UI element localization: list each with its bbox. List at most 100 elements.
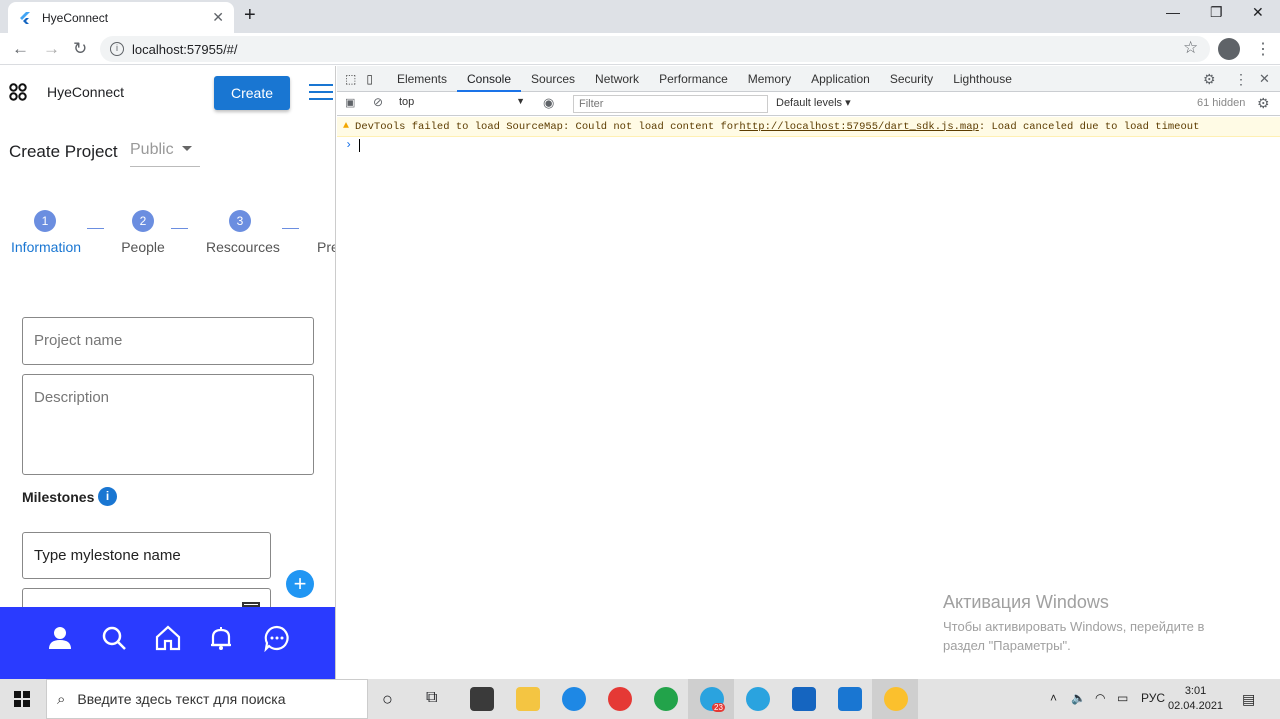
tab-elements[interactable]: Elements <box>387 66 457 92</box>
tab-network[interactable]: Network <box>585 66 649 92</box>
vscode-icon[interactable] <box>838 687 862 711</box>
url-input[interactable]: i localhost:57955/#/ <box>100 36 1210 62</box>
step-label: Information <box>11 239 82 255</box>
context-select[interactable]: top ▼ <box>399 96 529 112</box>
log-levels-select[interactable]: Default levels ▾ <box>776 96 851 109</box>
tab-security[interactable]: Security <box>880 66 943 92</box>
chrome-app-icon[interactable] <box>608 687 632 711</box>
volume-icon[interactable]: 🔈 <box>1071 691 1086 705</box>
step-number: 2 <box>132 210 154 232</box>
windows-start-icon[interactable] <box>14 691 30 707</box>
taskbar-search-input[interactable]: ⌕ Введите здесь текст для поиска <box>46 679 368 719</box>
console-settings-gear-icon[interactable]: ⚙ <box>1257 95 1270 112</box>
forward-icon[interactable]: → <box>43 39 60 59</box>
step-resources[interactable]: 3 Rescources <box>206 210 280 255</box>
home-icon[interactable] <box>154 624 182 652</box>
eye-icon[interactable]: ◉ <box>543 95 554 111</box>
photos-icon[interactable] <box>792 687 816 711</box>
tab-console[interactable]: Console <box>456 66 522 92</box>
tab-lighthouse[interactable]: Lighthouse <box>943 66 1022 92</box>
step-people[interactable]: 2 People <box>121 210 165 255</box>
chrome-icon[interactable] <box>884 687 908 711</box>
site-info-icon[interactable]: i <box>110 42 124 56</box>
clock-time: 3:01 <box>1184 685 1207 697</box>
brand-name: HyeConnect <box>47 84 125 100</box>
menu-icon[interactable] <box>309 84 333 102</box>
watermark-line: раздел "Параметры". <box>943 638 1071 653</box>
warning-link[interactable]: http://localhost:57955/dart_sdk.js.map <box>739 121 978 133</box>
visibility-select[interactable]: Public <box>130 141 200 167</box>
battery-icon[interactable]: ▭ <box>1117 691 1128 705</box>
minimize-icon[interactable]: — <box>1166 4 1180 20</box>
step-number: 3 <box>229 210 251 232</box>
search-icon[interactable] <box>100 624 128 652</box>
telegram-desktop-icon[interactable] <box>746 687 770 711</box>
info-icon[interactable]: i <box>98 487 117 506</box>
description-input[interactable]: Description <box>22 374 314 475</box>
flutter-icon <box>20 11 30 24</box>
step-label: People <box>121 239 165 255</box>
reload-icon[interactable]: ↻ <box>73 39 87 59</box>
filter-input[interactable]: Filter <box>573 95 768 113</box>
step-preview[interactable]: Pre <box>317 210 335 255</box>
new-tab-icon[interactable]: + <box>244 4 256 27</box>
tab-performance[interactable]: Performance <box>649 66 738 92</box>
edge-icon[interactable] <box>562 687 586 711</box>
tab-memory[interactable]: Memory <box>738 66 801 92</box>
close-tab-icon[interactable]: ✕ <box>212 9 224 26</box>
console-prompt-icon: › <box>345 138 353 152</box>
inspect-element-icon[interactable]: ⬚ <box>337 66 362 92</box>
visibility-value: Public <box>130 141 174 158</box>
warning-icon: ▲ <box>343 121 350 132</box>
browser-tabbar: HyeConnect ✕ + — ❐ ✕ <box>0 0 1280 33</box>
tab-application[interactable]: Application <box>801 66 880 92</box>
file-explorer-icon[interactable] <box>516 687 540 711</box>
bell-icon[interactable] <box>207 624 235 652</box>
hidden-count: 61 hidden <box>1197 97 1246 109</box>
restore-icon[interactable]: ❐ <box>1210 4 1223 21</box>
bookmark-star-icon[interactable]: ☆ <box>1183 38 1198 58</box>
chevron-down-icon: ▼ <box>516 96 525 106</box>
console-input[interactable] <box>359 139 360 152</box>
browser-menu-icon[interactable]: ⋮ <box>1255 39 1271 59</box>
windows-activation-watermark: Активация Windows Чтобы активировать Win… <box>943 592 1204 655</box>
step-information[interactable]: 1 Information <box>11 210 82 255</box>
devtools-tabs: ⬚ ▯ Elements Console Sources Network Per… <box>337 66 1280 92</box>
task-view-icon[interactable]: ⧉ <box>426 689 437 707</box>
project-name-input[interactable]: Project name <box>22 317 314 365</box>
window-close-icon[interactable]: ✕ <box>1252 4 1264 21</box>
watermark-title: Активация Windows <box>943 592 1109 612</box>
add-milestone-button[interactable]: + <box>286 570 314 598</box>
devtools-close-icon[interactable]: ✕ <box>1259 71 1270 87</box>
back-icon[interactable]: ← <box>12 39 29 59</box>
settings-gear-icon[interactable]: ⚙ <box>1203 71 1216 88</box>
cortana-icon[interactable]: ○ <box>382 689 393 710</box>
device-toggle-icon[interactable]: ▯ <box>362 66 387 92</box>
console-warning: ▲ DevTools failed to load SourceMap: Cou… <box>337 117 1280 137</box>
url-text: localhost:57955/#/ <box>132 41 238 57</box>
profile-icon[interactable] <box>46 624 74 652</box>
chat-icon[interactable] <box>263 624 291 652</box>
sidebar-toggle-icon[interactable]: ▣ <box>345 96 355 109</box>
browser-tab[interactable]: HyeConnect ✕ <box>8 2 234 33</box>
wifi-icon[interactable]: ◠ <box>1095 691 1105 705</box>
milestone-name-input[interactable]: Type mylestone name <box>22 532 271 579</box>
language-indicator[interactable]: РУС <box>1141 691 1165 705</box>
devtools-panel: ⬚ ▯ Elements Console Sources Network Per… <box>337 66 1280 679</box>
store-icon[interactable] <box>470 687 494 711</box>
opera-gx-icon[interactable] <box>654 687 678 711</box>
console-toolbar: ▣ ⊘ top ▼ ◉ Filter Default levels ▾ 61 h… <box>337 92 1280 116</box>
devtools-menu-icon[interactable]: ⋮ <box>1234 71 1248 88</box>
milestones-label: Milestones <box>22 489 95 505</box>
notifications-icon[interactable]: ▤ <box>1242 691 1255 708</box>
clock[interactable]: 3:01 02.04.2021 <box>1168 684 1223 714</box>
create-button[interactable]: Create <box>214 76 290 110</box>
tab-sources[interactable]: Sources <box>521 66 585 92</box>
warning-text-end: : Load canceled due to load timeout <box>978 120 1200 133</box>
clear-console-icon[interactable]: ⊘ <box>373 95 383 109</box>
step-label: Rescources <box>206 239 280 255</box>
profile-avatar[interactable] <box>1218 38 1240 60</box>
step-label: Pre <box>317 239 335 255</box>
tray-chevron-icon[interactable]: ˄ <box>1050 691 1057 705</box>
step-connector <box>87 228 104 229</box>
